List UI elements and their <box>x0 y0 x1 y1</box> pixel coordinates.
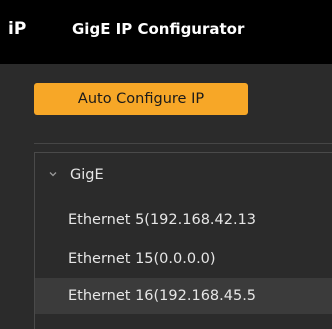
chevron-down-icon[interactable] <box>48 169 58 179</box>
tree-item-ethernet-5[interactable]: Ethernet 5(192.168.42.13 <box>35 202 332 238</box>
device-tree: GigE Ethernet 5(192.168.42.13 Ethernet 1… <box>34 152 332 329</box>
tree-group-label: GigE <box>70 167 104 183</box>
app-window: iP GigE IP Configurator Auto Configure I… <box>0 0 332 329</box>
app-logo: iP <box>8 19 27 39</box>
app-title: GigE IP Configurator <box>72 20 245 38</box>
title-bar: iP GigE IP Configurator <box>0 0 332 64</box>
auto-configure-ip-button[interactable]: Auto Configure IP <box>34 83 248 115</box>
device-panel: Auto Configure IP GigE Ethernet 5(192.16… <box>0 64 332 329</box>
divider <box>34 143 332 144</box>
tree-item-ethernet-16[interactable]: Ethernet 16(192.168.45.5 <box>35 278 332 314</box>
tree-item-ethernet-15[interactable]: Ethernet 15(0.0.0.0) <box>35 241 332 277</box>
tree-group-gige[interactable]: GigE <box>48 167 104 191</box>
